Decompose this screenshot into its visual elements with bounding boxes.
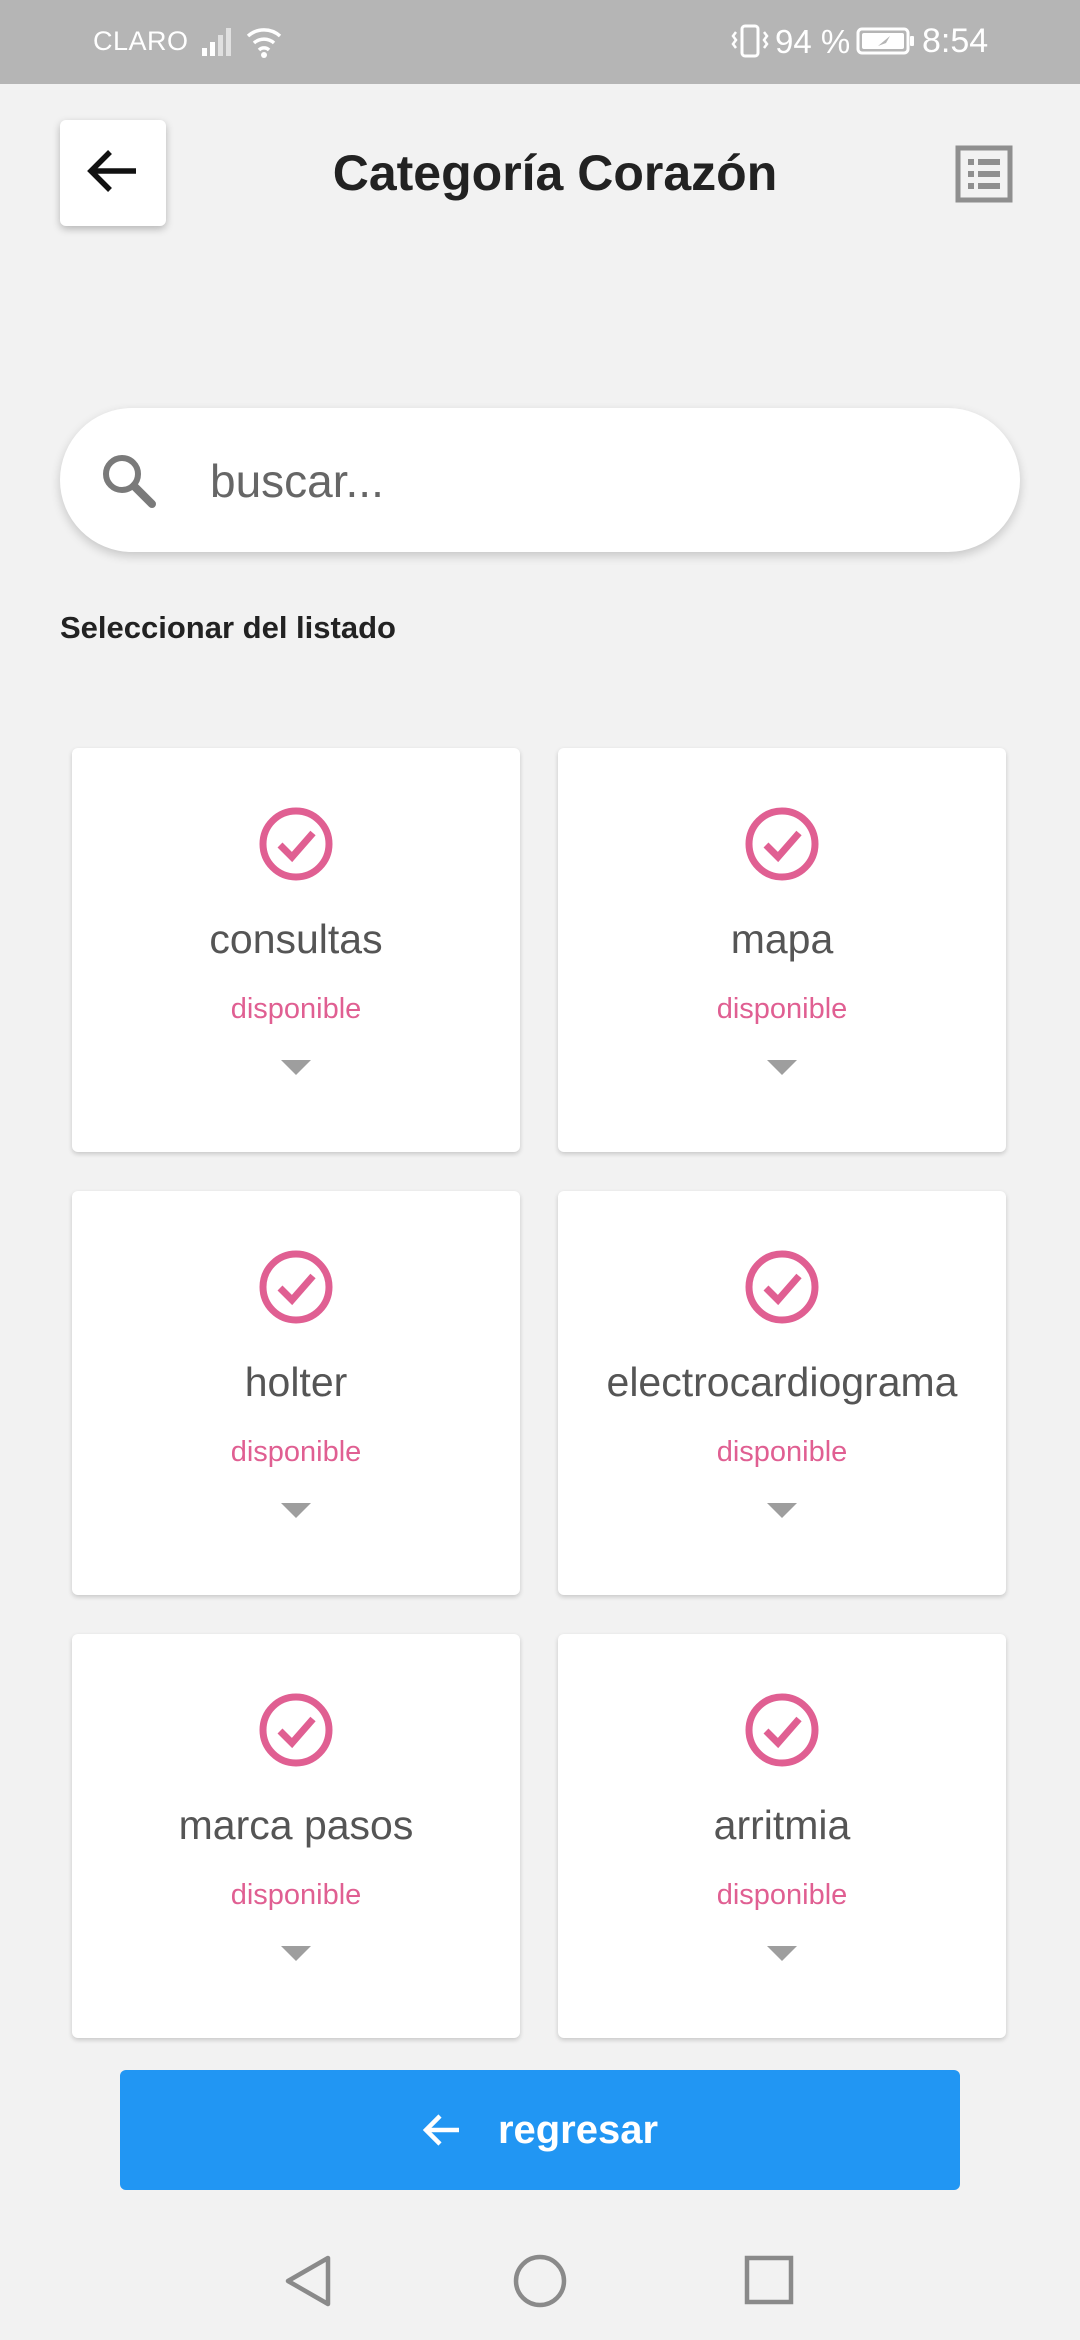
- category-status: disponible: [716, 1879, 848, 1911]
- category-name: mapa: [730, 916, 834, 962]
- check-circle-icon: [258, 806, 334, 887]
- page-title: Categoría Corazón: [332, 145, 778, 201]
- category-name: consultas: [209, 916, 383, 962]
- return-button[interactable]: regresar: [120, 2070, 960, 2190]
- check-circle-icon: [744, 1249, 820, 1330]
- caret-down-icon[interactable]: [767, 1060, 797, 1075]
- category-name: holter: [244, 1359, 348, 1405]
- section-label: Seleccionar del listado: [60, 610, 396, 645]
- caret-down-icon[interactable]: [281, 1060, 311, 1075]
- clock: 8:54: [922, 22, 989, 60]
- list-icon: [955, 145, 1013, 207]
- arrow-left-icon: [422, 2113, 462, 2147]
- wifi-icon: [244, 22, 284, 65]
- category-name: arritmia: [713, 1802, 851, 1848]
- category-status: disponible: [230, 1879, 362, 1911]
- category-name: electrocardiograma: [606, 1359, 958, 1405]
- category-status: disponible: [716, 993, 848, 1025]
- category-card[interactable]: arritmia disponible: [558, 1634, 1006, 2038]
- category-card[interactable]: mapa disponible: [558, 748, 1006, 1152]
- search-input[interactable]: [208, 438, 972, 524]
- category-card[interactable]: holter disponible: [72, 1191, 520, 1595]
- category-status: disponible: [230, 1436, 362, 1468]
- category-status: disponible: [716, 1436, 848, 1468]
- vibrate-icon: [730, 22, 770, 65]
- search-icon: [98, 450, 158, 515]
- check-circle-icon: [258, 1692, 334, 1773]
- signal-icon: [200, 24, 234, 63]
- category-card[interactable]: marca pasos disponible: [72, 1634, 520, 2038]
- caret-down-icon[interactable]: [281, 1946, 311, 1961]
- nav-recent-icon[interactable]: [744, 2255, 794, 2310]
- nav-home-icon[interactable]: [512, 2253, 568, 2314]
- list-view-button[interactable]: [955, 145, 1013, 208]
- category-card[interactable]: electrocardiograma disponible: [558, 1191, 1006, 1595]
- battery-percentage: 94 %: [775, 23, 851, 60]
- nav-back-icon[interactable]: [282, 2253, 334, 2314]
- carrier-label: CLARO: [93, 26, 189, 56]
- category-card[interactable]: consultas disponible: [72, 748, 520, 1152]
- return-label: regresar: [497, 2107, 659, 2152]
- caret-down-icon[interactable]: [767, 1503, 797, 1518]
- search-bar[interactable]: [60, 408, 1020, 552]
- caret-down-icon[interactable]: [767, 1946, 797, 1961]
- caret-down-icon[interactable]: [281, 1503, 311, 1518]
- battery-icon: [856, 26, 916, 61]
- check-circle-icon: [744, 806, 820, 887]
- status-bar: CLARO 94 % 8:54: [0, 0, 1080, 84]
- category-name: marca pasos: [178, 1802, 414, 1848]
- check-circle-icon: [744, 1692, 820, 1773]
- category-status: disponible: [230, 993, 362, 1025]
- check-circle-icon: [258, 1249, 334, 1330]
